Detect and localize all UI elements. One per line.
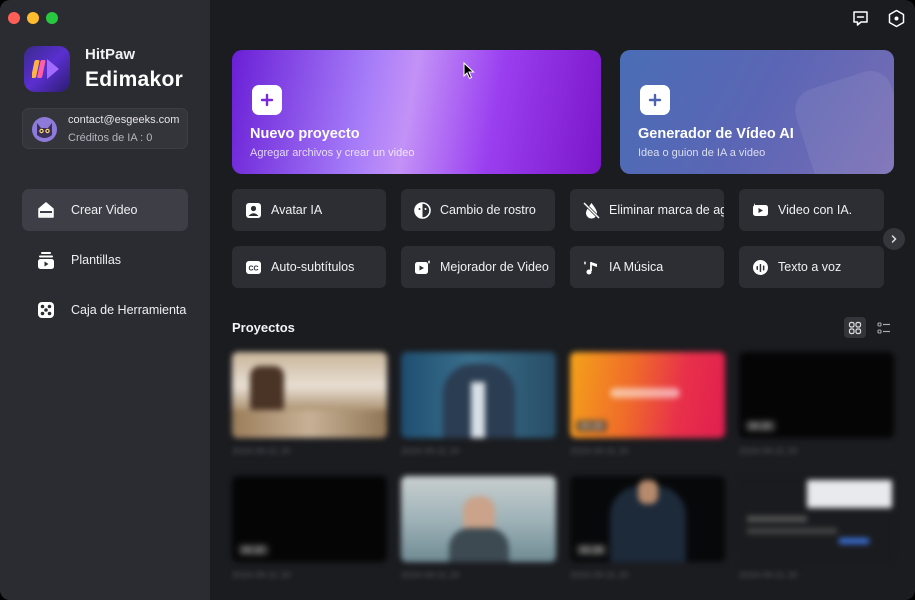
tool-auto-subtitulos[interactable]: CC Auto-subtítulos xyxy=(232,246,386,288)
tool-label: Texto a voz xyxy=(778,260,842,274)
minimize-window-button[interactable] xyxy=(27,12,39,24)
play-decoration-icon xyxy=(789,65,894,174)
tool-label: Mejorador de Video xyxy=(440,260,549,274)
grid-view-button[interactable] xyxy=(844,317,866,338)
project-duration: 00:28 xyxy=(576,420,607,432)
project-thumbnail[interactable] xyxy=(401,476,556,562)
sidebar-item-label: Caja de Herramienta xyxy=(71,303,187,317)
project-date: 2024-09-21 20 xyxy=(570,570,629,580)
svg-text:CC: CC xyxy=(248,266,258,273)
sidebar-item-label: Plantillas xyxy=(71,253,122,267)
avatar xyxy=(32,117,57,142)
project-thumbnail[interactable] xyxy=(739,476,894,562)
project-date: 2024-09-21 20 xyxy=(739,446,798,456)
project-duration: 00:20 xyxy=(745,420,776,432)
ai-video-generator-card[interactable]: Generador de Vídeo AI Idea o guion de IA… xyxy=(620,50,894,174)
sidebar: HitPaw Edimakor contact@esgeeks.com Créd… xyxy=(0,0,210,600)
ai-video-icon xyxy=(753,203,768,216)
project-date: 2024-09-21 20 xyxy=(232,570,291,580)
project-duration: 00:28 xyxy=(576,544,607,556)
app-logo-icon xyxy=(24,46,70,92)
tool-label: Cambio de rostro xyxy=(440,203,536,217)
project-date: 2024-09-21 20 xyxy=(401,446,460,456)
ai-credits: Créditos de IA : 0 xyxy=(68,132,153,144)
settings-icon[interactable] xyxy=(887,9,906,28)
tool-label: Avatar IA xyxy=(271,203,323,217)
tools-scroll-right-button[interactable] xyxy=(883,228,905,250)
feedback-icon[interactable] xyxy=(851,9,870,28)
tool-cambio-de-rostro[interactable]: Cambio de rostro xyxy=(401,189,555,231)
project-date: 2024-09-21 20 xyxy=(570,446,629,456)
project-thumbnail[interactable]: 00:28 xyxy=(570,352,725,438)
mouse-cursor-icon xyxy=(463,62,475,80)
tool-avatar-ia[interactable]: Avatar IA xyxy=(232,189,386,231)
subtitles-icon: CC xyxy=(246,261,261,274)
new-project-title: Nuevo proyecto xyxy=(250,126,360,142)
account-email: contact@esgeeks.com xyxy=(68,114,180,126)
project-date: 2024-09-21 20 xyxy=(401,570,460,580)
top-toolbar xyxy=(851,9,906,28)
tool-video-con-ia[interactable]: Video con IA. xyxy=(739,189,884,231)
tool-ia-musica[interactable]: IA Música xyxy=(570,246,724,288)
project-date: 2024-09-21 20 xyxy=(739,570,798,580)
project-date: 2024-09-21 20 xyxy=(232,446,291,456)
ai-video-generator-subtitle: Idea o guion de IA a video xyxy=(638,147,766,159)
enhancer-icon xyxy=(415,260,430,274)
home-icon xyxy=(38,202,54,218)
list-view-icon xyxy=(877,321,890,334)
sidebar-item-caja-de-herramienta[interactable]: Caja de Herramienta xyxy=(22,289,188,331)
ai-video-generator-title: Generador de Vídeo AI xyxy=(638,126,794,142)
new-project-card[interactable]: Nuevo proyecto Agregar archivos y crear … xyxy=(232,50,601,174)
new-project-subtitle: Agregar archivos y crear un video xyxy=(250,147,415,159)
project-duration: 00:20 xyxy=(238,544,269,556)
projects-title: Proyectos xyxy=(232,320,295,335)
brand-name-small: HitPaw xyxy=(85,46,136,63)
project-thumbnail[interactable] xyxy=(401,352,556,438)
chevron-right-icon xyxy=(891,235,897,243)
toolbox-icon xyxy=(38,302,54,318)
zoom-window-button[interactable] xyxy=(46,12,58,24)
brand-name-large: Edimakor xyxy=(85,68,184,91)
list-view-button[interactable] xyxy=(873,317,895,338)
project-thumbnail[interactable]: 00:20 xyxy=(739,352,894,438)
tool-texto-a-voz[interactable]: Texto a voz xyxy=(739,246,884,288)
plus-icon xyxy=(252,85,282,115)
account-card[interactable]: contact@esgeeks.com Créditos de IA : 0 xyxy=(22,108,188,149)
sidebar-item-crear-video[interactable]: Crear Video xyxy=(22,189,188,231)
tool-label: Video con IA. xyxy=(778,203,853,217)
sidebar-nav: Crear Video Plantillas Caja de Herramien… xyxy=(22,189,188,339)
project-thumbnail[interactable]: 00:20 xyxy=(232,476,387,562)
grid-view-icon xyxy=(848,321,862,334)
app-window: HitPaw Edimakor contact@esgeeks.com Créd… xyxy=(0,0,915,600)
avatar-icon xyxy=(246,203,261,218)
sidebar-item-plantillas[interactable]: Plantillas xyxy=(22,239,188,281)
project-thumbnail[interactable] xyxy=(232,352,387,438)
templates-icon xyxy=(38,252,54,269)
tool-label: Eliminar marca de agua xyxy=(609,203,724,217)
watermark-remove-icon xyxy=(582,201,601,220)
close-window-button[interactable] xyxy=(8,12,20,24)
plus-icon xyxy=(640,85,670,115)
tool-label: IA Música xyxy=(609,260,664,274)
music-icon xyxy=(584,261,597,275)
face-swap-icon xyxy=(414,202,431,219)
tool-mejorador-de-video[interactable]: Mejorador de Video xyxy=(401,246,555,288)
window-controls xyxy=(8,12,58,24)
tts-icon xyxy=(753,260,768,275)
tool-eliminar-marca-de-agua[interactable]: Eliminar marca de agua xyxy=(570,189,724,231)
tool-label: Auto-subtítulos xyxy=(271,260,355,274)
project-thumbnail[interactable]: 00:28 xyxy=(570,476,725,562)
sidebar-item-label: Crear Video xyxy=(71,203,138,217)
